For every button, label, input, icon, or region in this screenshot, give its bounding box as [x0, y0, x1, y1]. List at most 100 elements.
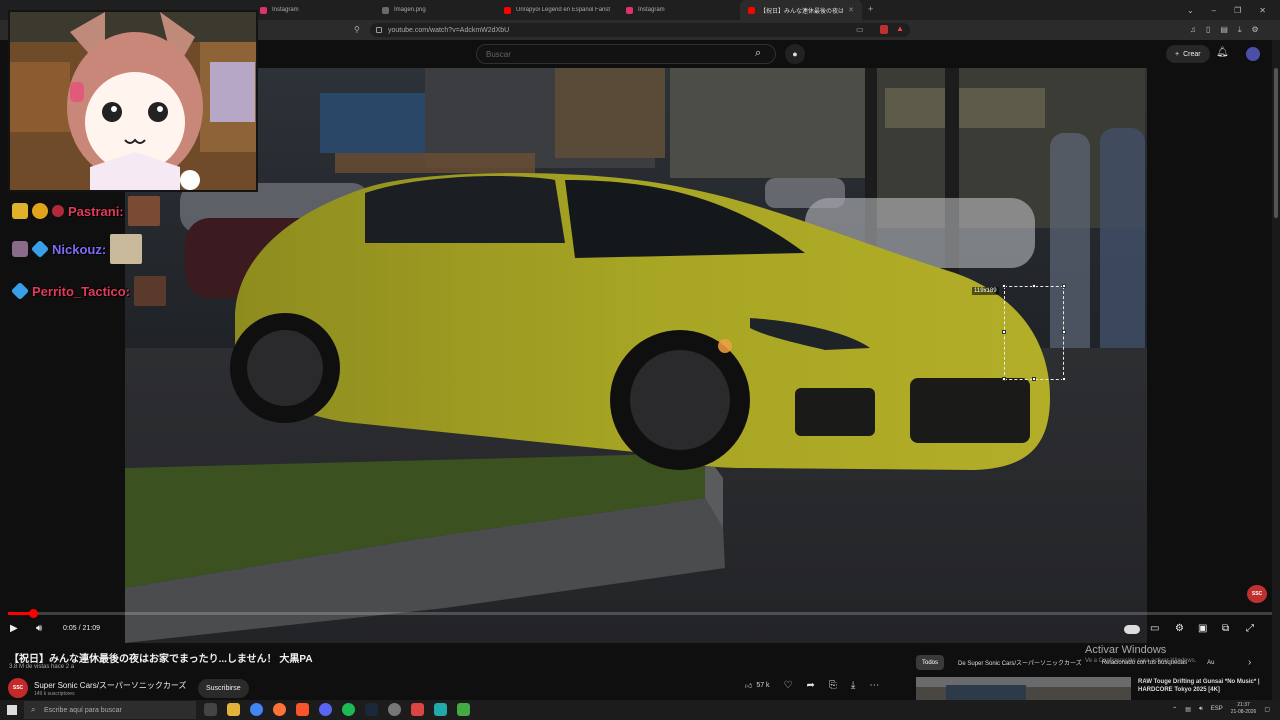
windows-start-icon[interactable]	[7, 705, 17, 715]
minimize-icon[interactable]: –	[1212, 6, 1216, 15]
language-indicator[interactable]: ESP	[1211, 706, 1223, 712]
settings-icon[interactable]: ⚙	[1252, 25, 1259, 35]
notifications-icon[interactable]: ▢	[1264, 706, 1270, 713]
close-tab-icon[interactable]: ✕	[848, 6, 854, 14]
tab-label: Imagen.png	[394, 7, 426, 13]
microphone-icon[interactable]: ●	[785, 44, 805, 64]
task-view-icon[interactable]	[204, 703, 217, 716]
subscriber-count: 149 k suscriptores	[34, 691, 75, 697]
chip-all[interactable]: Todos	[916, 655, 945, 670]
shield-icon[interactable]	[880, 25, 888, 34]
save-icon[interactable]: ⎘	[829, 680, 837, 691]
browser-tab-active[interactable]: 【祝日】みんな連休最後の夜はお家... ✕	[740, 0, 862, 20]
cast-icon[interactable]: ▭	[856, 25, 864, 34]
resize-handle[interactable]	[1032, 377, 1036, 381]
video-player[interactable]	[125, 68, 1147, 643]
resize-handle[interactable]	[1062, 284, 1066, 288]
crown-icon	[12, 203, 28, 219]
download-icon[interactable]: ⤓	[1238, 25, 1242, 35]
cast-screen-icon[interactable]: ⧉	[1222, 623, 1229, 634]
discord-icon[interactable]	[319, 703, 332, 716]
subscribe-button[interactable]: Suscribirse	[198, 679, 249, 698]
brave-icon[interactable]	[296, 703, 309, 716]
like-button[interactable]: 👍︎ 57 k	[745, 681, 770, 690]
resize-handle[interactable]	[1002, 377, 1006, 381]
chat-username: Nickouz:	[52, 241, 107, 257]
music-icon[interactable]: ♫	[1190, 25, 1196, 35]
search-icon[interactable]: ⌕	[755, 47, 761, 60]
valorant-icon[interactable]	[411, 703, 424, 716]
chrome-icon[interactable]	[250, 703, 263, 716]
site-info-icon[interactable]	[376, 27, 382, 33]
create-label: Crear	[1183, 50, 1201, 58]
cube-icon	[30, 239, 50, 259]
resize-handle[interactable]	[1002, 330, 1006, 334]
scrollbar-thumb[interactable]	[1274, 68, 1278, 218]
browser-tab[interactable]: Imagen.png	[374, 0, 496, 20]
more-icon[interactable]: ⋯	[869, 680, 879, 691]
new-tab-button[interactable]: +	[868, 4, 873, 14]
wallet-icon[interactable]: ▤	[1220, 25, 1228, 35]
close-window-icon[interactable]: ✕	[1259, 6, 1266, 15]
fullscreen-icon[interactable]: ⤢	[1246, 623, 1254, 634]
resize-handle[interactable]	[1062, 330, 1066, 334]
network-icon[interactable]: ▤	[1185, 706, 1191, 713]
channel-watermark[interactable]: SSC	[1247, 585, 1267, 603]
instagram-icon	[626, 6, 633, 14]
play-icon[interactable]: ▶	[10, 623, 18, 634]
volume-icon[interactable]: 🔊︎	[36, 623, 42, 634]
resize-handle[interactable]	[1002, 284, 1006, 288]
download-icon[interactable]: ⤓	[851, 680, 855, 691]
window-controls: ⌄ – ❐ ✕	[1187, 0, 1280, 20]
chip-channel[interactable]: De Super Sonic Cars/スーパーソニックカーズ	[952, 655, 1088, 670]
taskbar-search-placeholder: Escribe aquí para buscar	[44, 706, 122, 714]
screenshot-selection[interactable]	[1004, 286, 1064, 380]
subtitles-icon[interactable]: ▭	[1150, 623, 1159, 634]
browser-tab[interactable]: Instagram	[618, 0, 740, 20]
bell-icon[interactable]: 🔔︎	[1216, 47, 1229, 58]
file-explorer-icon[interactable]	[227, 703, 240, 716]
volume-tray-icon[interactable]: 🔊︎	[1199, 706, 1203, 713]
chip-more[interactable]: Au	[1201, 655, 1220, 670]
firefox-icon[interactable]	[273, 703, 286, 716]
browser-tab[interactable]: Unrapyoi Legend en Español Fanst...	[496, 0, 618, 20]
app-icon[interactable]	[434, 703, 447, 716]
thumbs-down-icon[interactable]: ♡	[784, 680, 793, 691]
plus-icon: +	[1175, 50, 1180, 58]
settings-gear-icon[interactable]: ⚙	[1175, 623, 1184, 634]
bookmark-icon[interactable]: ⚲	[354, 25, 360, 34]
tray-chevron-icon[interactable]: ⌃	[1172, 706, 1177, 713]
chip-related[interactable]: Relacionado con tus búsquedas	[1096, 655, 1193, 670]
video-frame-car-scene	[125, 68, 1147, 643]
progress-scrubber[interactable]	[29, 609, 38, 618]
chat-emote-image	[110, 234, 143, 264]
app-icon[interactable]	[457, 703, 470, 716]
chevron-right-icon[interactable]: ›	[1248, 657, 1251, 668]
recommended-video-title[interactable]: RAW Touge Drifting at Gunsai *No Music* …	[1138, 678, 1268, 694]
sidebar-icon[interactable]: ▯	[1206, 25, 1210, 35]
browser-tab[interactable]: Instagram	[252, 0, 374, 20]
resize-handle[interactable]	[1062, 377, 1066, 381]
taskbar-search-input[interactable]: ⌕ Escribe aquí para buscar	[24, 701, 196, 719]
miniplayer-icon[interactable]: ▣	[1198, 623, 1207, 634]
create-button[interactable]: + Crear	[1166, 45, 1210, 63]
share-icon[interactable]: ➦	[807, 680, 815, 691]
spotify-icon[interactable]	[342, 703, 355, 716]
search-input[interactable]: Buscar	[476, 44, 776, 64]
resize-handle[interactable]	[1032, 284, 1036, 288]
obs-icon[interactable]	[388, 703, 401, 716]
autoplay-toggle[interactable]	[1124, 625, 1140, 634]
tab-label: Unrapyoi Legend en Español Fanst...	[516, 7, 610, 13]
selection-size-label: 119x189	[972, 287, 999, 295]
channel-name[interactable]: Super Sonic Cars/スーパーソニックカーズ	[34, 680, 186, 691]
page-scrollbar[interactable]	[1272, 40, 1280, 700]
url-bar[interactable]: youtube.com/watch?v=AdckmW2dXbU	[370, 23, 910, 37]
alert-icon[interactable]: ▲	[896, 24, 904, 33]
steam-icon[interactable]	[365, 703, 378, 716]
chevron-down-icon[interactable]: ⌄	[1187, 6, 1194, 15]
channel-avatar[interactable]: SSC	[8, 678, 28, 698]
avatar[interactable]	[1246, 47, 1260, 61]
maximize-icon[interactable]: ❐	[1234, 6, 1241, 15]
progress-bar[interactable]	[8, 609, 1272, 618]
clock[interactable]: 21:37 21-08-2026	[1231, 702, 1257, 716]
